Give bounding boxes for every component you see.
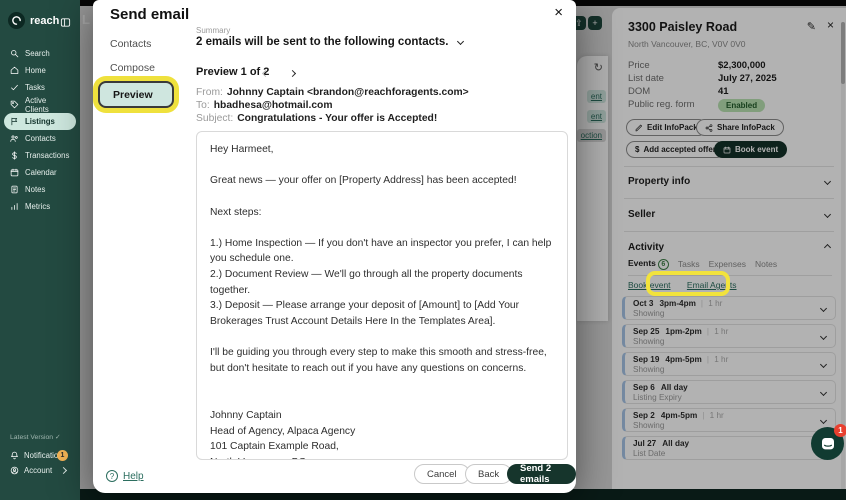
preview-next-button[interactable]: [290, 67, 295, 79]
tag-icon: [10, 100, 19, 109]
preview-counter: Preview 1 of 2: [196, 66, 269, 78]
people-icon: [10, 134, 19, 143]
sidebar-nav: Search Home Tasks Active Clients Listing…: [4, 45, 76, 215]
email-subject: Subject:Congratulations - Your offer is …: [196, 113, 437, 124]
sidebar: reach Search Home Tasks Active Clients: [0, 0, 80, 500]
search-icon: [10, 49, 19, 58]
sidebar-item-metrics[interactable]: Metrics: [4, 198, 76, 215]
note-icon: [10, 185, 19, 194]
summary-label: Summary: [196, 26, 230, 35]
chevron-down-icon[interactable]: [457, 38, 464, 45]
sidebar-item-contacts[interactable]: Contacts: [4, 130, 76, 147]
sidebar-item-transactions[interactable]: Transactions: [4, 147, 76, 164]
modal-title: Send email: [110, 6, 189, 23]
app-logo[interactable]: reach: [8, 12, 59, 29]
chat-notification-badge: 1: [834, 424, 846, 437]
check-icon: [10, 83, 19, 92]
sidebar-item-calendar[interactable]: Calendar: [4, 164, 76, 181]
dollar-icon: [10, 151, 19, 160]
tab-compose[interactable]: Compose: [110, 62, 155, 74]
chat-icon: [820, 436, 836, 452]
send-email-modal: Send email × Contacts Compose Preview Su…: [93, 0, 576, 493]
flag-icon: [10, 117, 19, 126]
notifications-badge: 1: [57, 450, 68, 461]
sidebar-item-notes[interactable]: Notes: [4, 181, 76, 198]
chat-widget-button[interactable]: 1: [811, 427, 844, 460]
bell-icon: [10, 451, 19, 460]
email-agents-highlight-annotation: [646, 271, 730, 296]
send-emails-button[interactable]: Send 2 emails: [507, 464, 576, 484]
sidebar-item-search[interactable]: Search: [4, 45, 76, 62]
sidebar-item-notifications[interactable]: Notifications 1: [10, 448, 76, 463]
screen: L ⇪ + ↻ ent ent oction 3300 Paisley Road…: [0, 0, 846, 500]
reach-logo-icon: [8, 12, 25, 29]
calendar-icon: [10, 168, 19, 177]
back-button[interactable]: Back: [465, 464, 512, 484]
sidebar-item-tasks[interactable]: Tasks: [4, 79, 76, 96]
email-from: From:Johnny Captain <brandon@reachforage…: [196, 87, 469, 98]
preview-prev-button[interactable]: [263, 67, 268, 79]
home-icon: [10, 66, 19, 75]
bar-chart-icon: [10, 202, 19, 211]
sidebar-item-listings[interactable]: Listings: [4, 113, 76, 130]
email-body-preview: Hey Harmeet, Great news — your offer on …: [196, 131, 568, 460]
chevron-right-icon: [60, 467, 67, 474]
tab-preview[interactable]: Preview: [98, 81, 174, 108]
sidebar-footer: Latest Version ✓ Notifications 1 Account: [10, 433, 76, 478]
help-link[interactable]: ? Help: [106, 470, 144, 482]
version-text: Latest Version ✓: [10, 433, 76, 441]
sidebar-collapse-icon[interactable]: [60, 15, 71, 33]
tab-contacts[interactable]: Contacts: [110, 38, 151, 50]
question-icon: ?: [106, 470, 118, 482]
person-icon: [10, 466, 19, 475]
close-icon[interactable]: ×: [554, 4, 563, 21]
sidebar-item-active-clients[interactable]: Active Clients: [4, 96, 76, 113]
sidebar-item-home[interactable]: Home: [4, 62, 76, 79]
cancel-button[interactable]: Cancel: [414, 464, 470, 484]
email-to: To:hbadhesa@hotmail.com: [196, 100, 333, 111]
sidebar-item-account[interactable]: Account: [10, 463, 76, 478]
summary-text: 2 emails will be sent to the following c…: [196, 36, 463, 48]
app-name: reach: [30, 15, 59, 27]
